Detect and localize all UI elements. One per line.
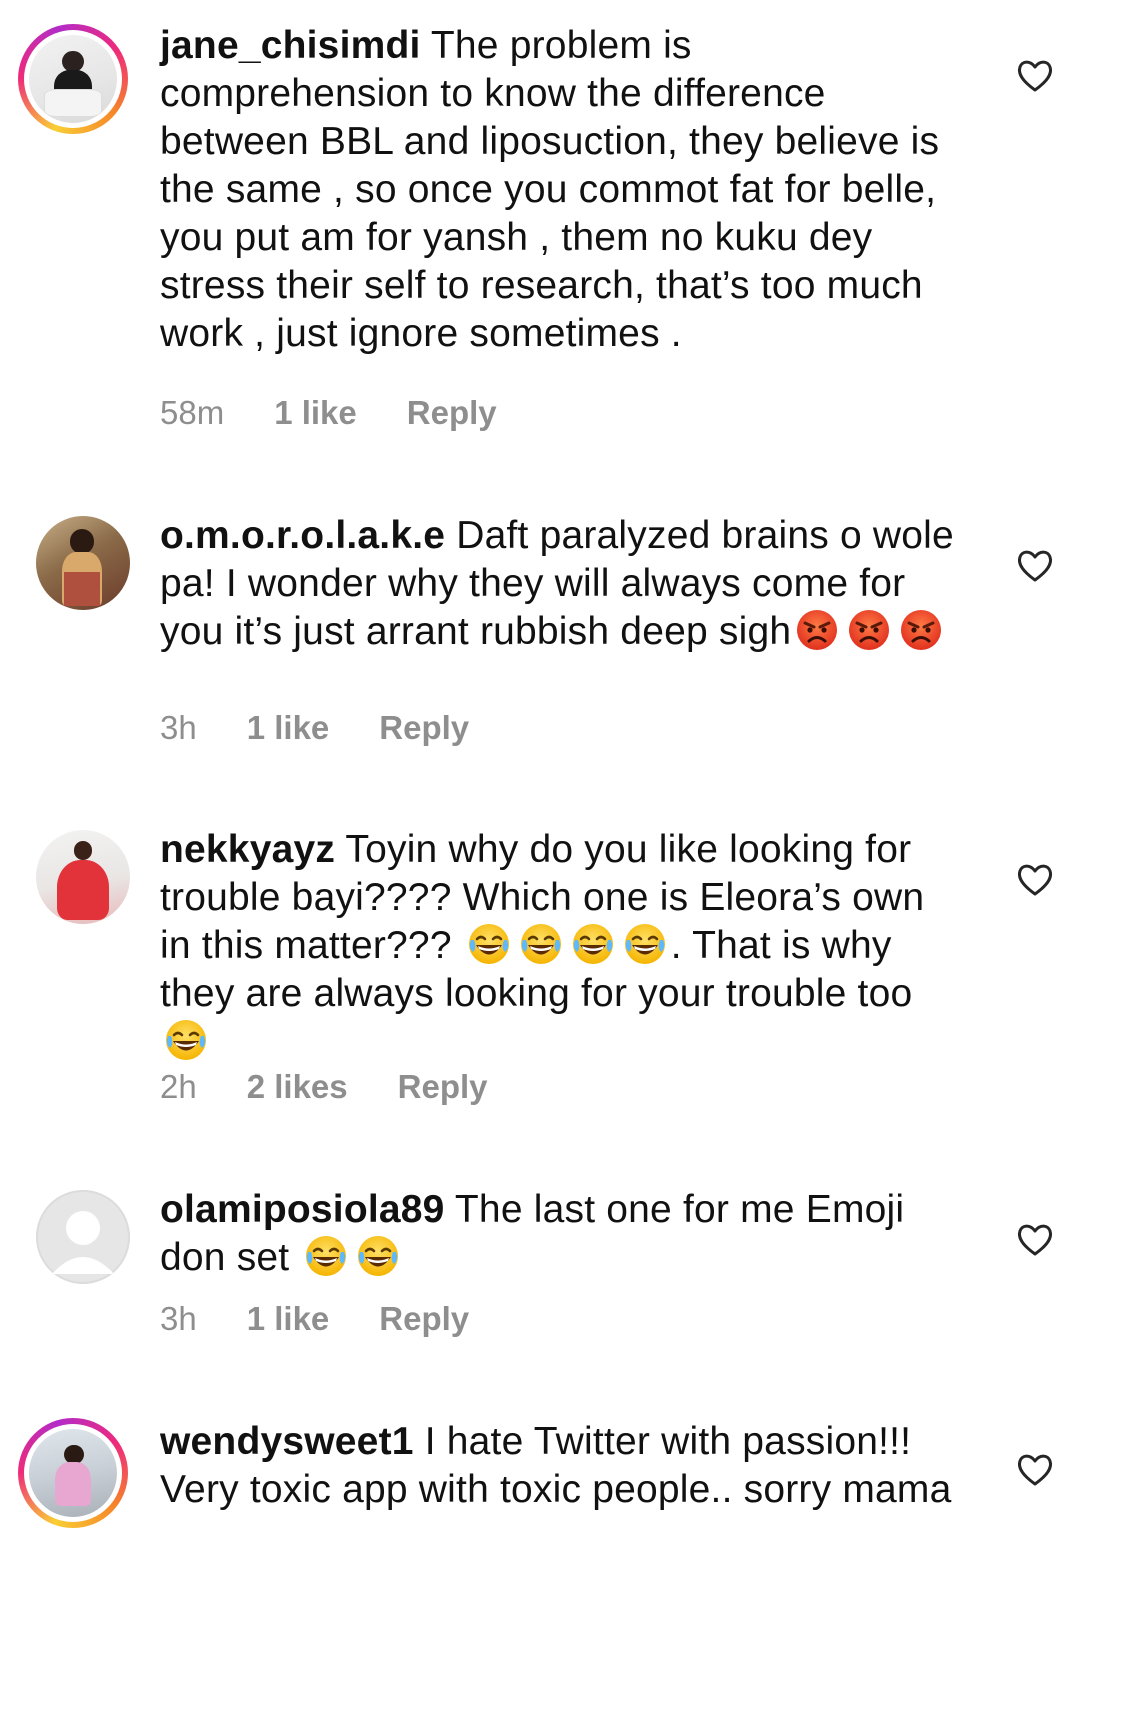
heart-icon[interactable]	[1015, 860, 1055, 900]
comment-username[interactable]: o.m.o.r.o.l.a.k.e	[160, 514, 445, 557]
heart-icon[interactable]	[1015, 546, 1055, 586]
heart-icon[interactable]	[1015, 1450, 1055, 1490]
reply-button[interactable]: Reply	[407, 394, 497, 432]
comment-likes[interactable]: 1 like	[247, 709, 330, 747]
comment-timestamp: 58m	[160, 394, 225, 431]
tears-of-joy-emoji	[571, 922, 615, 966]
avatar[interactable]	[36, 516, 130, 610]
comment-text: o.m.o.r.o.l.a.k.e Daft paralyzed brains …	[160, 512, 960, 656]
comment-meta: 58m 1 like Reply	[160, 394, 497, 432]
heart-icon[interactable]	[1015, 56, 1055, 96]
avatar[interactable]	[36, 830, 130, 924]
comment-text: nekkyayz Toyin why do you like looking f…	[160, 826, 960, 1066]
comment-username[interactable]: wendysweet1	[160, 1420, 414, 1463]
tears-of-joy-emoji	[356, 1234, 400, 1278]
comment-meta: 3h 1 like Reply	[160, 1300, 469, 1338]
tears-of-joy-emoji	[623, 922, 667, 966]
comment-timestamp: 3h	[160, 1300, 197, 1337]
comment-meta: 3h 1 like Reply	[160, 709, 469, 747]
heart-icon[interactable]	[1015, 1220, 1055, 1260]
tears-of-joy-emoji	[164, 1018, 208, 1062]
comment-likes[interactable]: 1 like	[247, 1300, 330, 1338]
comment-likes[interactable]: 2 likes	[247, 1068, 348, 1106]
comment-meta: 2h 2 likes Reply	[160, 1068, 488, 1106]
angry-face-emoji	[847, 608, 891, 652]
reply-button[interactable]: Reply	[379, 1300, 469, 1338]
person-placeholder-icon	[52, 1211, 114, 1274]
avatar[interactable]	[36, 1190, 130, 1284]
comment-username[interactable]: nekkyayz	[160, 828, 335, 871]
comment-username[interactable]: jane_chisimdi	[160, 24, 421, 67]
angry-face-emoji	[899, 608, 943, 652]
comment-body: The problem is comprehension to know the…	[160, 24, 940, 355]
reply-button[interactable]: Reply	[398, 1068, 488, 1106]
comment-username[interactable]: olamiposiola89	[160, 1188, 445, 1231]
tears-of-joy-emoji	[304, 1234, 348, 1278]
comment-timestamp: 3h	[160, 709, 197, 746]
tears-of-joy-emoji	[467, 922, 511, 966]
comment-text: wendysweet1 I hate Twitter with passion!…	[160, 1418, 960, 1514]
comment-text: olamiposiola89 The last one for me Emoji…	[160, 1186, 960, 1282]
comment-timestamp: 2h	[160, 1068, 197, 1105]
angry-face-emoji	[795, 608, 839, 652]
avatar[interactable]	[18, 24, 128, 134]
reply-button[interactable]: Reply	[379, 709, 469, 747]
comment-likes[interactable]: 1 like	[274, 394, 357, 432]
avatar[interactable]	[18, 1418, 128, 1528]
tears-of-joy-emoji	[519, 922, 563, 966]
comment-text: jane_chisimdi The problem is comprehensi…	[160, 22, 960, 358]
